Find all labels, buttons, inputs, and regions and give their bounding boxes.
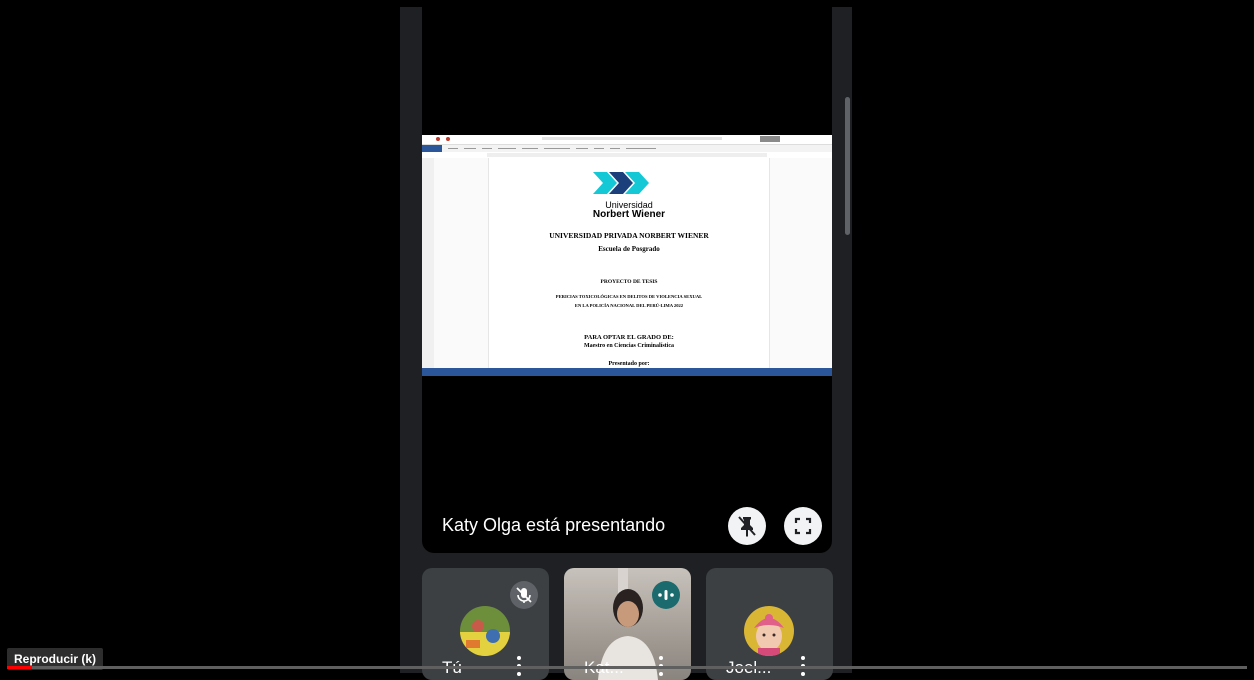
word-vertical-ruler bbox=[422, 158, 434, 368]
mic-off-icon bbox=[516, 587, 532, 603]
doc-thesis-title-line2: EN LA POLICÍA NACIONAL DEL PERÚ-LIMA 202… bbox=[574, 303, 684, 308]
university-logo-icon bbox=[593, 172, 649, 194]
presenter-caption: Katy Olga está presentando bbox=[442, 515, 666, 535]
unpin-button[interactable] bbox=[728, 507, 766, 545]
mic-off-badge bbox=[510, 581, 538, 609]
word-status-bar bbox=[422, 368, 832, 376]
logo-text-norbert-wiener: Norbert Wiener bbox=[592, 209, 666, 220]
avatar-photo-icon bbox=[460, 606, 510, 656]
word-share-button bbox=[760, 136, 780, 142]
fullscreen-icon bbox=[794, 517, 812, 535]
redo-icon bbox=[446, 137, 450, 141]
shared-screen-document: Universidad Norbert Wiener UNIVERSIDAD P… bbox=[422, 135, 832, 376]
scrollbar[interactable] bbox=[845, 97, 850, 235]
doc-university-name: UNIVERSIDAD PRIVADA NORBERT WIENER bbox=[549, 231, 709, 240]
participant-tile-joel[interactable]: Joel... bbox=[706, 568, 833, 680]
doc-presented-by: Presentado por: bbox=[608, 361, 650, 367]
doc-school-name: Escuela de Posgrado bbox=[598, 245, 660, 253]
undo-icon bbox=[436, 137, 440, 141]
word-tab-archivo bbox=[422, 145, 442, 152]
word-document-area: Universidad Norbert Wiener UNIVERSIDAD P… bbox=[422, 158, 832, 368]
avatar bbox=[460, 606, 510, 656]
video-frame[interactable]: Universidad Norbert Wiener UNIVERSIDAD P… bbox=[0, 0, 1254, 680]
avatar bbox=[744, 606, 794, 656]
word-file-title bbox=[542, 137, 722, 140]
word-titlebar bbox=[422, 135, 832, 145]
doc-thesis-title-line1: PERICIAS TOXICOLÓGICAS EN DELITOS DE VIO… bbox=[555, 294, 703, 299]
word-ruler bbox=[487, 153, 767, 157]
fullscreen-button[interactable] bbox=[784, 507, 822, 545]
meet-window: Universidad Norbert Wiener UNIVERSIDAD P… bbox=[400, 7, 852, 680]
speaking-icon bbox=[658, 590, 674, 600]
participant-tile-self[interactable]: Tú bbox=[422, 568, 549, 680]
doc-degree-name: Maestro en Ciencias Criminalística bbox=[583, 343, 675, 349]
pin-off-icon bbox=[738, 516, 756, 537]
doc-project-label: PROYECTO DE TESIS bbox=[600, 279, 658, 285]
progress-played bbox=[7, 666, 32, 669]
document-page: Universidad Norbert Wiener UNIVERSIDAD P… bbox=[488, 158, 770, 368]
speaking-badge bbox=[652, 581, 680, 609]
video-progress-bar[interactable] bbox=[7, 666, 1247, 669]
presentation-stage[interactable]: Universidad Norbert Wiener UNIVERSIDAD P… bbox=[422, 7, 832, 553]
doc-degree-label: PARA OPTAR EL GRADO DE: bbox=[584, 334, 674, 341]
participant-tile-speaker[interactable]: Kat... bbox=[564, 568, 691, 680]
word-ribbon-tabs bbox=[422, 145, 832, 152]
avatar-photo-icon bbox=[744, 606, 794, 656]
